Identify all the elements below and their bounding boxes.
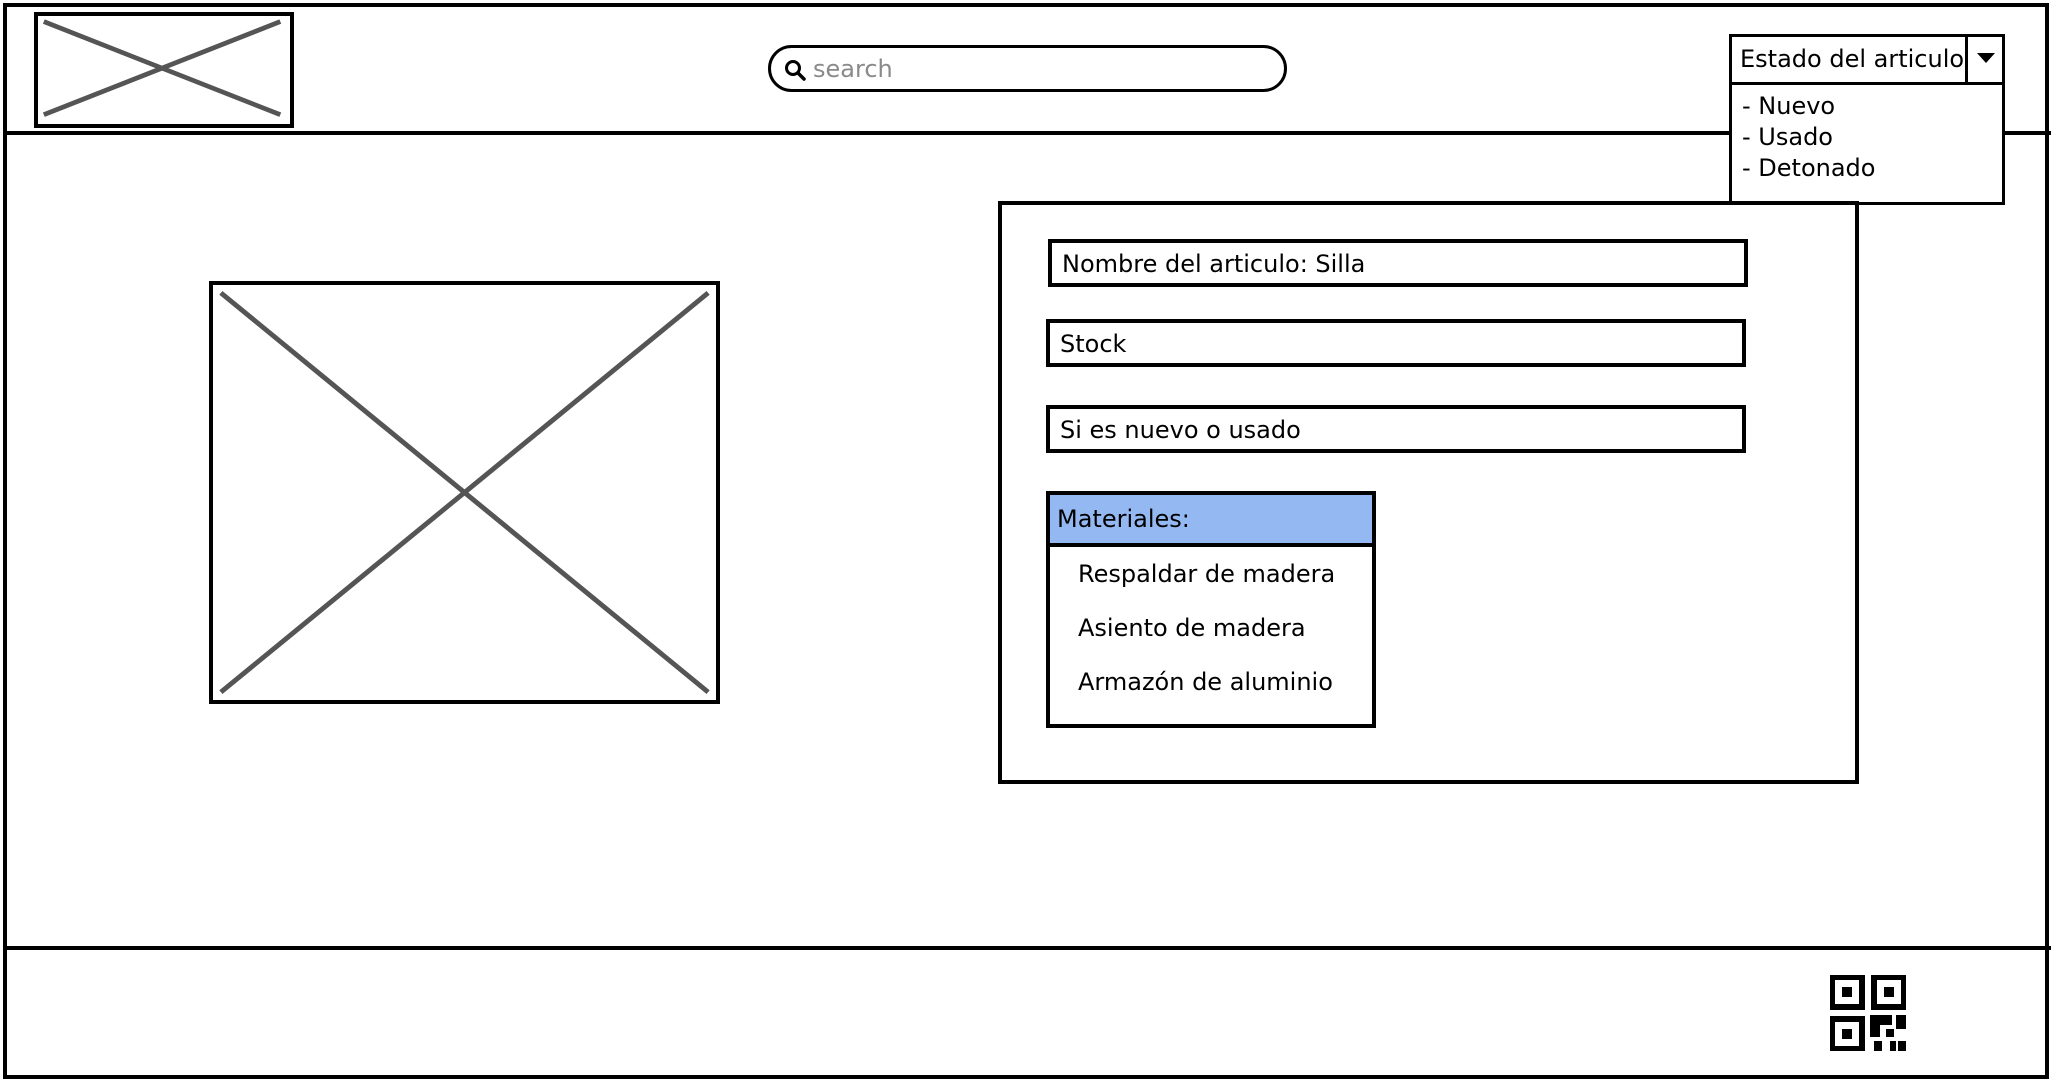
image-placeholder-icon — [219, 290, 710, 695]
logo-placeholder[interactable] — [34, 12, 294, 128]
condition-field[interactable]: Si es nuevo o usado — [1046, 405, 1746, 453]
materials-header-label: Materiales: — [1057, 505, 1190, 533]
materials-list: Materiales: Respaldar de madera Asiento … — [1046, 491, 1376, 728]
state-option-nuevo[interactable]: - Nuevo — [1742, 92, 1835, 120]
image-placeholder-icon — [42, 19, 282, 117]
materials-list-header: Materiales: — [1050, 495, 1372, 547]
list-item[interactable]: Armazón de aluminio — [1078, 668, 1333, 696]
product-image-placeholder — [209, 281, 720, 704]
condition-text: Si es nuevo o usado — [1060, 416, 1301, 444]
qr-code-icon[interactable] — [1830, 975, 1906, 1051]
stock-field[interactable]: Stock — [1046, 319, 1746, 367]
search-input[interactable] — [813, 53, 1263, 85]
search-bar[interactable] — [768, 45, 1287, 92]
chevron-down-icon — [1977, 53, 1995, 63]
article-state-select[interactable]: Estado del articulo — [1729, 34, 2005, 85]
article-name-text: Nombre del articulo: Silla — [1062, 250, 1366, 278]
article-state-select-label: Estado del articulo — [1740, 45, 1965, 73]
article-name-field[interactable]: Nombre del articulo: Silla — [1048, 239, 1748, 287]
dropdown-toggle-button[interactable] — [1965, 37, 2002, 82]
state-option-usado[interactable]: - Usado — [1742, 123, 1833, 151]
search-icon — [785, 60, 806, 81]
list-item[interactable]: Asiento de madera — [1078, 614, 1306, 642]
article-state-options: - Nuevo - Usado - Detonado — [1729, 85, 2005, 205]
state-option-detonado[interactable]: - Detonado — [1742, 154, 1875, 182]
stock-text: Stock — [1060, 330, 1127, 358]
footer-divider — [3, 946, 2051, 950]
list-item[interactable]: Respaldar de madera — [1078, 560, 1335, 588]
